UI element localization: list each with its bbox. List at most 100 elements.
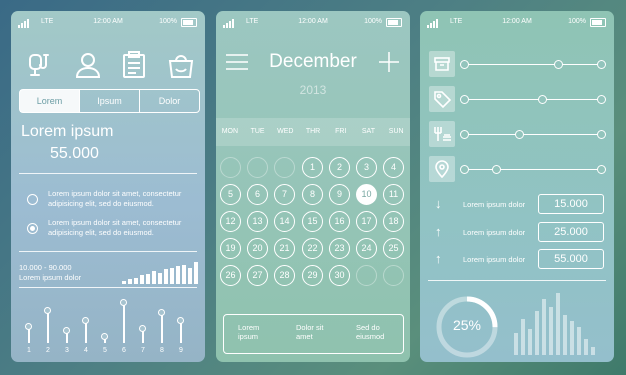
slider-knob[interactable] <box>554 60 563 69</box>
empty-day-cell <box>356 265 377 286</box>
amount: 55.000 <box>50 145 99 162</box>
battery-icon <box>590 18 606 27</box>
day-cell[interactable]: 20 <box>247 238 268 259</box>
value-field[interactable]: 25.000 <box>538 222 604 242</box>
day-cell[interactable]: 2 <box>329 157 350 178</box>
segmented-tabs: Lorem Ipsum Dolor <box>19 89 200 113</box>
calendar-grid: 1 2 3 4 5 6 7 8 9 10 11 12 13 14 15 16 17 18 19 20 21 22 23 24 2… <box>216 157 410 297</box>
arrow-up-icon: ↑ <box>435 251 442 266</box>
day-cell[interactable]: 26 <box>220 265 241 286</box>
screen-profile: LTE 12:00 AM 100% Lorem Ipsum Dolor Lore… <box>11 11 205 362</box>
status-bar: LTE 12:00 AM 100% <box>11 17 205 29</box>
day-cell[interactable]: 30 <box>329 265 350 286</box>
legend-item: Dolor sit amet <box>296 323 324 341</box>
slider-track[interactable] <box>463 134 603 135</box>
slider-knob[interactable] <box>492 165 501 174</box>
slider-knob[interactable] <box>460 95 469 104</box>
status-bar: LTE 12:00 AM 100% <box>216 17 410 29</box>
slider-knob[interactable] <box>597 60 606 69</box>
slider-number: 7 <box>141 347 145 354</box>
slider-knob[interactable] <box>460 165 469 174</box>
screen-calendar: LTE 12:00 AM 100% December 2013 MON TUE … <box>216 11 410 362</box>
tab-ipsum[interactable]: Ipsum <box>80 90 140 112</box>
day-cell[interactable]: 1 <box>302 157 323 178</box>
day-cell[interactable]: 4 <box>383 157 404 178</box>
tab-lorem[interactable]: Lorem <box>20 90 80 112</box>
battery-percent: 100% <box>364 18 382 25</box>
weekday: SAT <box>361 128 375 135</box>
day-cell[interactable]: 21 <box>274 238 295 259</box>
weekday-header: MON TUE WED THR FRI SAT SUN <box>216 118 410 146</box>
day-cell[interactable]: 13 <box>247 211 268 232</box>
day-cell[interactable]: 12 <box>220 211 241 232</box>
shopping-bag-icon[interactable] <box>168 51 194 79</box>
divider <box>19 287 197 288</box>
empty-day-cell <box>383 265 404 286</box>
day-cell[interactable]: 11 <box>383 184 404 205</box>
day-cell[interactable]: 27 <box>247 265 268 286</box>
slider-track[interactable] <box>463 99 603 100</box>
screen-settings: LTE 12:00 AM 100% ↓ Lorem ipsum dolor 15… <box>420 11 614 362</box>
slider-number: 2 <box>46 347 50 354</box>
option-2-text: Lorem ipsum dolor sit amet, consectetur … <box>48 218 182 237</box>
clipboard-icon[interactable] <box>121 51 147 79</box>
slider-knob[interactable] <box>597 165 606 174</box>
day-cell[interactable]: 16 <box>329 211 350 232</box>
person-icon[interactable] <box>74 51 102 79</box>
day-cell[interactable]: 22 <box>302 238 323 259</box>
slider-number: 4 <box>84 347 88 354</box>
battery-icon <box>181 18 197 27</box>
day-cell[interactable]: 15 <box>302 211 323 232</box>
day-cell[interactable]: 19 <box>220 238 241 259</box>
slider-track[interactable] <box>463 64 603 65</box>
day-cell[interactable]: 3 <box>356 157 377 178</box>
slider-track[interactable] <box>463 169 603 170</box>
battery-percent: 100% <box>159 18 177 25</box>
bar-graph <box>512 289 602 355</box>
day-cell[interactable]: 7 <box>274 184 295 205</box>
value-field[interactable]: 55.000 <box>538 249 604 269</box>
day-cell-today[interactable]: 10 <box>356 184 377 205</box>
slider-knob[interactable] <box>597 95 606 104</box>
tag-icon <box>429 86 455 112</box>
add-icon[interactable] <box>379 52 399 72</box>
weekday: THR <box>305 128 321 135</box>
legend-item: Lorem ipsum <box>238 323 260 341</box>
weekday: FRI <box>335 128 347 135</box>
calendar-legend: Lorem ipsum Dolor sit amet Sed do eiusmo… <box>223 314 404 354</box>
divider <box>19 251 197 252</box>
stethoscope-icon[interactable] <box>25 51 53 79</box>
day-cell[interactable]: 18 <box>383 211 404 232</box>
day-cell[interactable]: 29 <box>302 265 323 286</box>
day-cell[interactable]: 8 <box>302 184 323 205</box>
battery-percent: 100% <box>568 18 586 25</box>
empty-day-cell <box>220 157 241 178</box>
day-cell[interactable]: 17 <box>356 211 377 232</box>
day-cell[interactable]: 25 <box>383 238 404 259</box>
day-cell[interactable]: 6 <box>247 184 268 205</box>
value-field[interactable]: 15.000 <box>538 194 604 214</box>
divider <box>19 173 197 174</box>
slider-knob[interactable] <box>538 95 547 104</box>
day-cell[interactable]: 14 <box>274 211 295 232</box>
tab-dolor[interactable]: Dolor <box>140 90 199 112</box>
day-cell[interactable]: 24 <box>356 238 377 259</box>
day-cell[interactable]: 23 <box>329 238 350 259</box>
battery-icon <box>386 18 402 27</box>
slider-knob[interactable] <box>460 60 469 69</box>
vertical-sliders[interactable]: 1 2 3 4 5 6 7 8 9 <box>23 293 198 357</box>
empty-day-cell <box>274 157 295 178</box>
day-cell[interactable]: 28 <box>274 265 295 286</box>
day-cell[interactable]: 5 <box>220 184 241 205</box>
slider-number: 6 <box>122 347 126 354</box>
radio-option-1[interactable] <box>27 194 38 205</box>
radio-option-2[interactable] <box>27 223 38 234</box>
slider-knob[interactable] <box>597 130 606 139</box>
row-label: Lorem ipsum dolor <box>463 255 526 264</box>
slider-knob[interactable] <box>515 130 524 139</box>
empty-day-cell <box>247 157 268 178</box>
option-1-text: Lorem ipsum dolor sit amet, consectetur … <box>48 189 182 208</box>
slider-knob[interactable] <box>460 130 469 139</box>
day-cell[interactable]: 9 <box>329 184 350 205</box>
slider-number: 9 <box>179 347 183 354</box>
